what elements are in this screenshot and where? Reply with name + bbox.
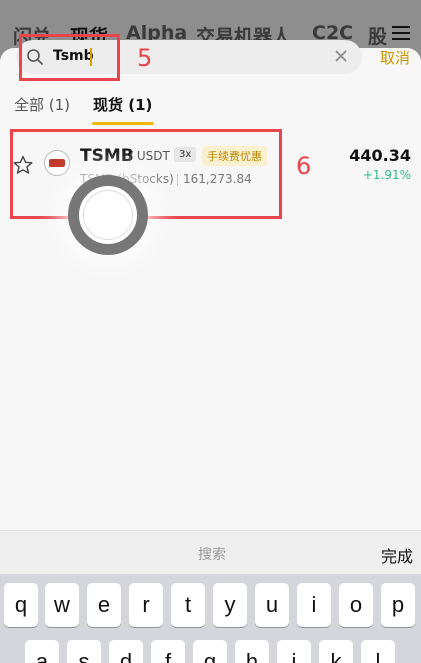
key-p[interactable]: p [381, 583, 415, 627]
result-change: +1.91% [362, 168, 411, 182]
filter-tab-all[interactable]: 全部 (1) [14, 94, 70, 115]
done-button[interactable]: 完成 [381, 543, 413, 567]
annotation-label-5: 5 [137, 44, 153, 72]
clear-icon[interactable] [334, 49, 348, 63]
keyboard: q w e r t y u i o p a s d f g h j k l [0, 574, 421, 663]
key-q[interactable]: q [4, 583, 38, 627]
key-e[interactable]: e [87, 583, 121, 627]
result-price: 440.34 [349, 146, 411, 165]
key-a[interactable]: a [25, 640, 59, 663]
key-j[interactable]: j [277, 640, 311, 663]
key-u[interactable]: u [255, 583, 289, 627]
nav-tab-stocks[interactable]: 股 [368, 22, 387, 49]
key-r[interactable]: r [129, 583, 163, 627]
keyboard-placeholder: 搜索 [198, 547, 226, 563]
cancel-button[interactable]: 取消 [380, 47, 410, 68]
key-w[interactable]: w [45, 583, 79, 627]
key-s[interactable]: s [67, 640, 101, 663]
filter-tab-spot[interactable]: 现货 (1) [93, 94, 152, 115]
key-h[interactable]: h [235, 640, 269, 663]
annotation-label-6: 6 [296, 152, 312, 180]
key-g[interactable]: g [193, 640, 227, 663]
key-y[interactable]: y [213, 583, 247, 627]
loading-spinner-icon [68, 175, 148, 255]
key-k[interactable]: k [319, 640, 353, 663]
key-d[interactable]: d [109, 640, 143, 663]
active-tab-indicator [92, 122, 154, 125]
keyboard-toolbar: 搜索 完成 [0, 530, 421, 574]
key-l[interactable]: l [361, 640, 395, 663]
annotation-box-5 [19, 34, 120, 81]
key-i[interactable]: i [297, 583, 331, 627]
key-f[interactable]: f [151, 640, 185, 663]
key-o[interactable]: o [339, 583, 373, 627]
key-t[interactable]: t [171, 583, 205, 627]
menu-icon[interactable] [392, 26, 410, 40]
